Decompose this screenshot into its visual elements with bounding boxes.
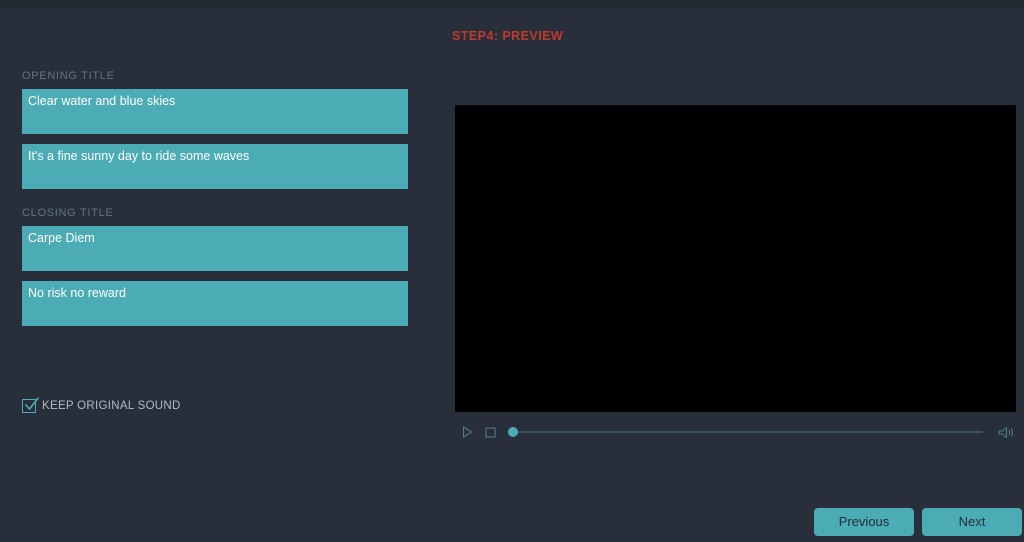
opening-title-field-1[interactable] (22, 89, 408, 134)
closing-title-field-1[interactable] (22, 226, 408, 271)
closing-title-field-2[interactable] (22, 281, 408, 326)
opening-title-label: OPENING TITLE (22, 70, 115, 82)
play-icon[interactable] (460, 425, 474, 439)
volume-icon[interactable] (998, 425, 1016, 439)
wizard-navigation: Previous Next (814, 508, 1022, 536)
scrubber-track[interactable] (508, 431, 983, 433)
next-button[interactable]: Next (922, 508, 1022, 536)
step-header-title: STEP4: PREVIEW (452, 29, 564, 43)
window-top-strip (0, 0, 1024, 8)
video-preview-surface[interactable] (455, 105, 1016, 412)
player-controls (460, 424, 1016, 440)
closing-title-label: CLOSING TITLE (22, 207, 114, 219)
scrubber-handle[interactable] (508, 427, 518, 437)
previous-button[interactable]: Previous (814, 508, 914, 536)
keep-original-sound-label: KEEP ORIGINAL SOUND (42, 400, 181, 412)
playback-scrubber[interactable] (508, 425, 983, 439)
keep-original-sound-row[interactable]: KEEP ORIGINAL SOUND (22, 397, 181, 413)
stop-icon[interactable] (483, 425, 497, 439)
checkbox-checked-icon[interactable] (22, 397, 40, 413)
opening-title-field-2[interactable] (22, 144, 408, 189)
titles-panel: OPENING TITLE CLOSING TITLE (22, 70, 408, 336)
